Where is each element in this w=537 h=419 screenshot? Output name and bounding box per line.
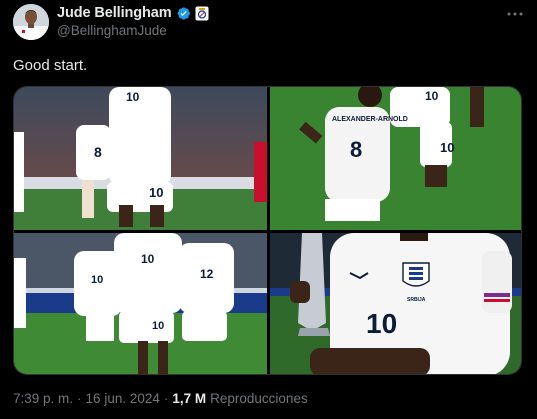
shirt-number: 8 <box>94 144 102 160</box>
shirt-number: 10 <box>152 320 164 332</box>
media-grid: 10 8 10 ALEXANDER-ARNOLD 8 10 10 10 12 1… <box>13 86 522 375</box>
shirt-number: 10 <box>366 308 397 339</box>
shirt-number: 12 <box>200 267 214 281</box>
photo-2[interactable]: ALEXANDER-ARNOLD 8 10 10 <box>270 87 521 230</box>
meta-separator: · <box>163 391 169 406</box>
shirt-number: 10 <box>141 252 155 266</box>
author-display-name[interactable]: Jude Bellingham <box>57 5 172 21</box>
shirt-number: 10 <box>149 185 163 200</box>
tweet-header: Jude Bellingham @BellinghamJude <box>13 3 524 43</box>
verified-badge-icon <box>176 6 191 21</box>
photo-1[interactable]: 10 8 10 <box>14 87 267 230</box>
shirt-number: 10 <box>425 89 439 103</box>
views-count[interactable]: 1,7 M <box>172 391 206 406</box>
shirt-number: 10 <box>440 140 454 155</box>
author-name-row: Jude Bellingham <box>57 5 209 21</box>
shirt-text: SRBIJA <box>407 297 426 303</box>
photo-3[interactable]: 10 12 10 10 <box>14 233 267 374</box>
author-handle[interactable]: @BellinghamJude <box>57 23 167 38</box>
shirt-number: 10 <box>126 90 140 104</box>
tweet-meta: 7:39 p. m. · 16 jun. 2024 · 1,7 M Reprod… <box>13 391 308 406</box>
real-madrid-crest-icon[interactable] <box>195 6 209 21</box>
tweet-text: Good start. <box>13 57 88 74</box>
tweet-date[interactable]: 16 jun. 2024 <box>86 391 160 406</box>
views-label: Reproducciones <box>210 391 308 406</box>
shirt-name: ALEXANDER-ARNOLD <box>332 116 408 123</box>
shirt-number: 10 <box>91 274 103 286</box>
meta-separator: · <box>77 391 82 406</box>
avatar-image <box>13 4 49 40</box>
avatar[interactable] <box>13 4 49 40</box>
photo-4[interactable]: SRBIJA 10 <box>270 233 521 374</box>
tweet-time[interactable]: 7:39 p. m. <box>13 391 73 406</box>
more-options-icon[interactable] <box>506 5 524 28</box>
shirt-number: 8 <box>350 137 362 162</box>
